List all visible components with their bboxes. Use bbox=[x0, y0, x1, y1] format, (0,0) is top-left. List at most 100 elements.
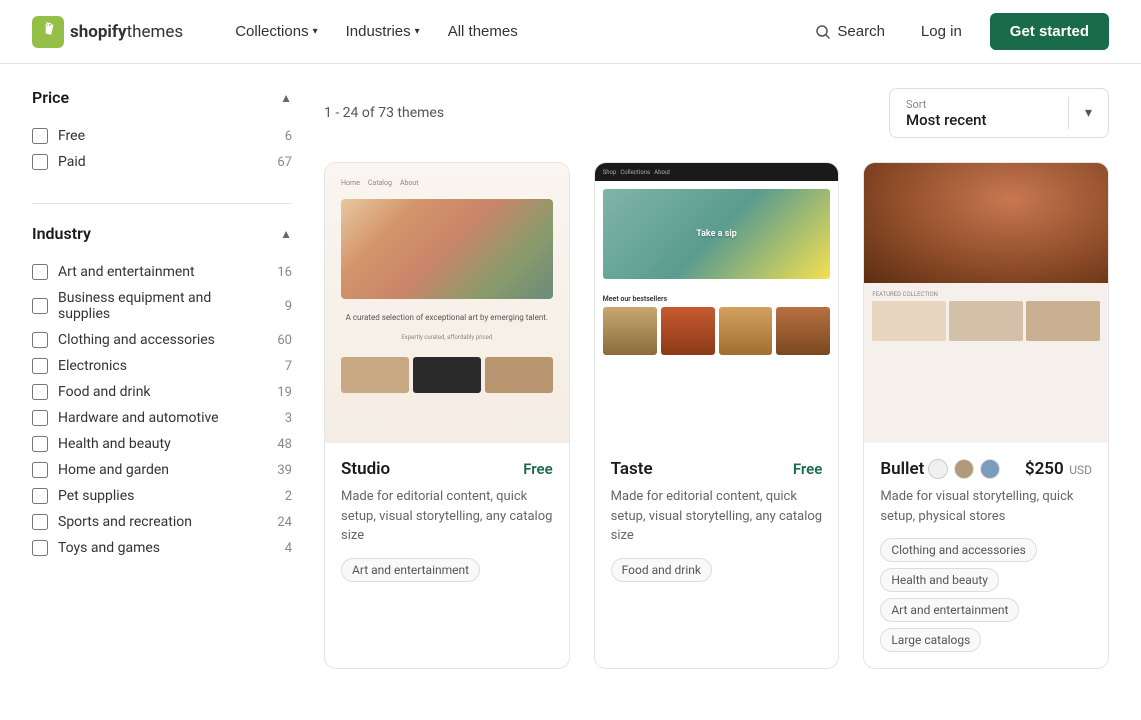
preview-thumb bbox=[413, 357, 481, 393]
price-amount: $250 bbox=[1025, 459, 1064, 479]
header-right: Search Log in Get started bbox=[807, 13, 1109, 50]
preview-thumbs bbox=[341, 357, 553, 393]
filter-label-sports: Sports and recreation bbox=[58, 514, 262, 530]
sort-control[interactable]: Sort Most recent ▾ bbox=[889, 88, 1109, 138]
preview-subtitle: Expertly curated, affordably priced bbox=[341, 334, 553, 341]
filter-checkbox-home[interactable] bbox=[32, 462, 48, 478]
content-area: 1 - 24 of 73 themes Sort Most recent ▾ H… bbox=[324, 88, 1109, 669]
collapse-icon-industry: ▲ bbox=[280, 227, 292, 241]
price-with-swatches: Bullet bbox=[880, 459, 1008, 479]
theme-info-studio: Studio Free Made for editorial content, … bbox=[325, 443, 569, 598]
preview-thumb bbox=[341, 357, 409, 393]
theme-card-bullet[interactable]: FEATURED COLLECTION Bullet bbox=[863, 162, 1109, 669]
color-swatch-blue[interactable] bbox=[980, 459, 1000, 479]
preview-product-grid bbox=[872, 301, 1100, 341]
filter-item-pet[interactable]: Pet supplies 2 bbox=[32, 483, 292, 509]
price-filter-section: Price ▲ Free 6 Paid 67 bbox=[32, 88, 292, 175]
filter-checkbox-toys[interactable] bbox=[32, 540, 48, 556]
theme-description: Made for editorial content, quick setup,… bbox=[611, 487, 823, 546]
theme-preview-studio: Home Catalog About A curated selection o… bbox=[325, 163, 569, 443]
filter-item-food[interactable]: Food and drink 19 bbox=[32, 379, 292, 405]
filter-label-electronics: Electronics bbox=[58, 358, 262, 374]
nav-collections[interactable]: Collections ▾ bbox=[223, 15, 329, 48]
theme-tag[interactable]: Art and entertainment bbox=[341, 558, 480, 582]
login-button[interactable]: Log in bbox=[909, 15, 974, 48]
filter-item-sports[interactable]: Sports and recreation 24 bbox=[32, 509, 292, 535]
filter-item-hardware[interactable]: Hardware and automotive 3 bbox=[32, 405, 292, 431]
nav-industries[interactable]: Industries ▾ bbox=[334, 15, 432, 48]
filter-count-hardware: 3 bbox=[272, 411, 292, 426]
price-filter-header[interactable]: Price ▲ bbox=[32, 88, 292, 107]
logo[interactable]: shopifythemes bbox=[32, 16, 183, 48]
search-button[interactable]: Search bbox=[807, 15, 893, 48]
theme-tag-art[interactable]: Art and entertainment bbox=[880, 598, 1019, 622]
filter-checkbox-electronics[interactable] bbox=[32, 358, 48, 374]
filter-item-home[interactable]: Home and garden 39 bbox=[32, 457, 292, 483]
preview-section-bullet: FEATURED COLLECTION bbox=[864, 283, 1108, 349]
filter-count-business: 9 bbox=[272, 299, 292, 314]
theme-tag-health[interactable]: Health and beauty bbox=[880, 568, 999, 592]
filter-checkbox-business[interactable] bbox=[32, 298, 48, 314]
filter-count-food: 19 bbox=[272, 385, 292, 400]
sort-chevron-icon: ▾ bbox=[1085, 105, 1092, 121]
filter-item-toys[interactable]: Toys and games 4 bbox=[32, 535, 292, 561]
header: shopifythemes Collections ▾ Industries ▾… bbox=[0, 0, 1141, 64]
filter-checkbox-clothing[interactable] bbox=[32, 332, 48, 348]
filter-checkbox-health[interactable] bbox=[32, 436, 48, 452]
theme-price-paid: $250 USD bbox=[1025, 459, 1092, 479]
preview-bottle bbox=[719, 307, 773, 355]
theme-preview-bullet: FEATURED COLLECTION bbox=[864, 163, 1108, 443]
filter-checkbox-sports[interactable] bbox=[32, 514, 48, 530]
filter-checkbox-hardware[interactable] bbox=[32, 410, 48, 426]
theme-tag-clothing[interactable]: Clothing and accessories bbox=[880, 538, 1037, 562]
filter-checkbox-food[interactable] bbox=[32, 384, 48, 400]
theme-info-bullet: Bullet $250 USD Made for visual bbox=[864, 443, 1108, 668]
filter-count-art: 16 bbox=[272, 265, 292, 280]
collapse-icon: ▲ bbox=[280, 91, 292, 105]
theme-card-taste[interactable]: Shop Collections About Take a sip Meet o… bbox=[594, 162, 840, 669]
filter-item-paid[interactable]: Paid 67 bbox=[32, 149, 292, 175]
nav-all-themes[interactable]: All themes bbox=[436, 15, 530, 48]
industry-filter-header[interactable]: Industry ▲ bbox=[32, 224, 292, 243]
theme-description: Made for editorial content, quick setup,… bbox=[341, 487, 553, 546]
color-swatch-tan[interactable] bbox=[954, 459, 974, 479]
main-nav: Collections ▾ Industries ▾ All themes bbox=[223, 15, 530, 48]
filter-item-free[interactable]: Free 6 bbox=[32, 123, 292, 149]
theme-card-studio[interactable]: Home Catalog About A curated selection o… bbox=[324, 162, 570, 669]
filter-item-art[interactable]: Art and entertainment 16 bbox=[32, 259, 292, 285]
filter-label-home: Home and garden bbox=[58, 462, 262, 478]
filter-checkbox-art[interactable] bbox=[32, 264, 48, 280]
filter-item-clothing[interactable]: Clothing and accessories 60 bbox=[32, 327, 292, 353]
filter-checkbox-paid[interactable] bbox=[32, 154, 48, 170]
industry-filter-title: Industry bbox=[32, 224, 91, 243]
filter-label-food: Food and drink bbox=[58, 384, 262, 400]
theme-tag[interactable]: Food and drink bbox=[611, 558, 712, 582]
content-header: 1 - 24 of 73 themes Sort Most recent ▾ bbox=[324, 88, 1109, 138]
preview-section: Meet our bestsellers bbox=[595, 287, 839, 363]
filter-count-toys: 4 bbox=[272, 541, 292, 556]
filter-count-pet: 2 bbox=[272, 489, 292, 504]
preview-hero-taste: Take a sip bbox=[603, 189, 831, 279]
filter-label-toys: Toys and games bbox=[58, 540, 262, 556]
filter-checkbox-pet[interactable] bbox=[32, 488, 48, 504]
filter-checkbox-free[interactable] bbox=[32, 128, 48, 144]
color-swatch-white[interactable] bbox=[928, 459, 948, 479]
filter-item-business[interactable]: Business equipment and supplies 9 bbox=[32, 285, 292, 327]
preview-section-title: Meet our bestsellers bbox=[603, 295, 831, 303]
get-started-button[interactable]: Get started bbox=[990, 13, 1109, 50]
preview-col: FEATURED COLLECTION bbox=[872, 291, 1100, 341]
preview-bottles bbox=[603, 307, 831, 355]
filter-label-clothing: Clothing and accessories bbox=[58, 332, 262, 348]
price-currency: USD bbox=[1069, 463, 1092, 477]
filter-label-hardware: Hardware and automotive bbox=[58, 410, 262, 426]
filter-item-electronics[interactable]: Electronics 7 bbox=[32, 353, 292, 379]
filter-item-health[interactable]: Health and beauty 48 bbox=[32, 431, 292, 457]
theme-name: Taste bbox=[611, 459, 653, 479]
chevron-down-icon: ▾ bbox=[415, 26, 420, 37]
theme-tags: Food and drink bbox=[611, 558, 823, 582]
filter-count-home: 39 bbox=[272, 463, 292, 478]
theme-tag-large[interactable]: Large catalogs bbox=[880, 628, 981, 652]
theme-tags: Art and entertainment bbox=[341, 558, 553, 582]
preview-product bbox=[872, 301, 946, 341]
theme-price: Free bbox=[793, 460, 822, 478]
